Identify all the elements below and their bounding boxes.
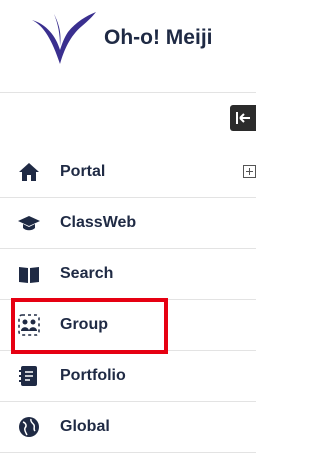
sidebar-item-portal[interactable]: Portal <box>0 147 256 198</box>
book-icon <box>19 267 39 283</box>
collapse-left-icon <box>236 112 250 124</box>
group-icon <box>18 314 40 336</box>
sidebar-collapse-button[interactable] <box>230 105 256 131</box>
sidebar-item-label: Portal <box>60 163 106 180</box>
sidebar-item-classweb[interactable]: ClassWeb <box>0 198 256 249</box>
home-icon <box>19 163 39 181</box>
sidebar-item-label: Portfolio <box>60 367 126 384</box>
sidebar-item-portfolio[interactable]: Portfolio <box>0 351 256 402</box>
meiji-logo-icon <box>32 12 96 64</box>
expand-plus-icon[interactable] <box>243 165 256 178</box>
globe-icon <box>19 417 39 437</box>
sidebar-item-label: ClassWeb <box>60 214 137 231</box>
brand-name[interactable]: Oh-o! Meiji <box>104 26 213 50</box>
sidebar-item-label: Search <box>60 265 114 282</box>
sidebar-item-group[interactable]: Group <box>0 300 256 351</box>
portfolio-icon <box>19 366 37 386</box>
sidebar-item-label: Group <box>60 316 108 333</box>
sidebar-item-global[interactable]: Global <box>0 402 256 453</box>
sidebar-item-label: Global <box>60 418 110 435</box>
header: Oh-o! Meiji <box>0 0 256 93</box>
sidebar-item-search[interactable]: Search <box>0 249 256 300</box>
sidebar-nav: Portal ClassWeb Search Group Portfolio G… <box>0 147 256 453</box>
graduation-cap-icon <box>18 216 40 231</box>
